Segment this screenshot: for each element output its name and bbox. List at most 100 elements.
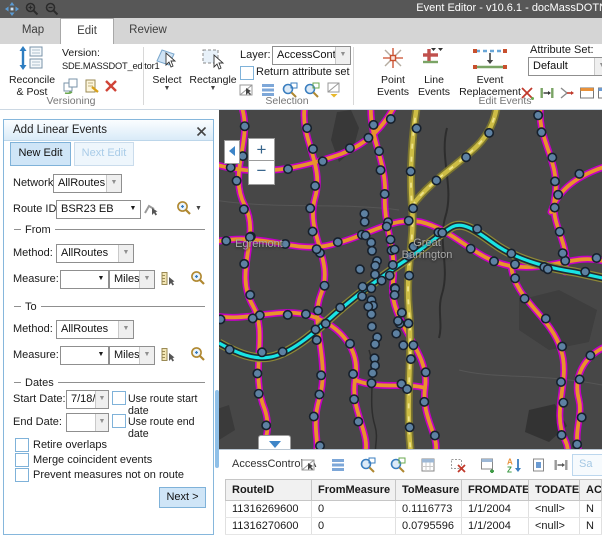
return-attribute-set-checkbox[interactable] <box>240 66 254 80</box>
delete-version-icon[interactable] <box>104 79 120 95</box>
prevent-measures-checkbox[interactable] <box>15 468 29 482</box>
title-bar: Event Editor - v10.6.1 - docMassDOTN <box>0 0 602 18</box>
to-method-label: Method: <box>13 323 53 335</box>
new-version-icon[interactable] <box>84 78 100 94</box>
refresh-version-icon[interactable] <box>63 78 79 94</box>
from-section-separator: From <box>14 223 205 236</box>
retire-overlaps-checkbox[interactable] <box>15 438 29 452</box>
from-method-label: Method: <box>13 247 53 259</box>
use-route-end-date-checkbox[interactable] <box>112 414 126 428</box>
start-date-label: Start Date: <box>13 393 66 405</box>
table-row[interactable]: 11316270600 0 0.0795596 1/1/2004 <null> … <box>226 518 602 535</box>
table-show-selected-icon[interactable] <box>330 457 346 473</box>
table-measure-icon[interactable] <box>553 457 569 473</box>
layer-label: Layer: <box>240 49 271 61</box>
attribute-set-dropdown[interactable]: Default▼ <box>528 57 602 76</box>
collapse-table-button[interactable] <box>258 435 291 449</box>
map-canvas[interactable]: Egremont Great Barrington + − <box>219 110 602 449</box>
end-date-dropdown[interactable]: ▼ <box>66 413 109 432</box>
from-unit-dropdown[interactable]: Miles▼ <box>109 270 155 289</box>
col-routeid[interactable]: RouteID <box>226 480 312 501</box>
to-measure-label: Measure: <box>13 349 59 361</box>
to-method-dropdown[interactable]: AllRoutes▼ <box>56 320 134 339</box>
retire-overlaps-label: Retire overlaps <box>33 439 107 451</box>
to-measure-dropdown[interactable]: ▼ <box>60 346 109 365</box>
map-graphics <box>219 110 602 449</box>
dates-section-separator: Dates <box>14 376 205 389</box>
attribute-table: RouteID FromMeasure ToMeasure FROMDATE T… <box>225 479 602 535</box>
version-label: Version: SDE.MASSDOT_editor1 <box>62 47 144 73</box>
line-events-button[interactable]: Line Events <box>414 46 454 106</box>
ribbon-tab-bar: Map Edit Review <box>0 18 602 44</box>
point-events-icon <box>381 46 405 70</box>
map-label-great-barrington: Great Barrington <box>395 237 459 261</box>
tab-edit[interactable]: Edit <box>60 18 114 44</box>
close-panel-icon[interactable] <box>196 124 207 144</box>
table-add-record-icon[interactable] <box>480 457 496 473</box>
collapse-panel-button[interactable] <box>224 140 240 164</box>
col-ac[interactable]: AC <box>580 480 602 501</box>
table-zoom-to-selection-icon[interactable] <box>360 457 376 473</box>
from-measure-dropdown[interactable]: ▼ <box>60 270 109 289</box>
table-clear-selection-icon[interactable] <box>450 457 466 473</box>
route-zoom-icon[interactable] <box>176 200 192 216</box>
col-tomeasure[interactable]: ToMeasure <box>396 480 462 501</box>
prevent-measures-label: Prevent measures not on route <box>33 469 184 481</box>
event-panel-icon[interactable] <box>597 85 602 101</box>
table-select-polygon-icon[interactable] <box>300 457 316 473</box>
panel-title: Add Linear Events <box>13 124 107 136</box>
add-linear-events-panel: Add Linear Events New Edit Next Edit Net… <box>3 119 214 535</box>
end-date-label: End Date: <box>13 416 62 428</box>
event-replacement-icon <box>469 46 511 70</box>
zoom-in-icon[interactable] <box>25 2 39 18</box>
from-measure-on-map-icon[interactable] <box>160 271 176 287</box>
select-icon <box>155 46 179 70</box>
map-label-egremont: Egremont <box>229 238 289 250</box>
to-measure-on-map-icon[interactable] <box>160 347 176 363</box>
from-method-dropdown[interactable]: AllRoutes▼ <box>56 244 134 263</box>
table-identify-icon[interactable] <box>531 457 547 473</box>
select-route-on-map-icon[interactable] <box>143 201 159 217</box>
col-fromdate[interactable]: FROMDATE <box>462 480 529 501</box>
from-measure-label: Measure: <box>13 273 59 285</box>
new-edit-button[interactable]: New Edit <box>10 142 71 166</box>
network-dropdown[interactable]: AllRoutes▼ <box>53 174 122 193</box>
event-attributes-window-icon[interactable] <box>579 85 595 101</box>
start-date-dropdown[interactable]: 7/18/▼ <box>66 390 109 409</box>
route-id-dropdown[interactable]: BSR23 EB▼ <box>56 200 141 219</box>
use-route-end-date-label: Use route end date <box>128 416 213 440</box>
rectangle-button[interactable]: Rectangle ▼ <box>188 46 238 106</box>
next-button[interactable]: Next > <box>159 487 206 508</box>
panel-header: Add Linear Events <box>4 120 213 141</box>
table-calculate-icon[interactable] <box>420 457 436 473</box>
merge-events-icon[interactable] <box>559 85 575 101</box>
route-zoom-caret-icon[interactable]: ▼ <box>195 206 202 212</box>
use-route-start-date-checkbox[interactable] <box>112 391 126 405</box>
pan-icon[interactable] <box>5 2 19 18</box>
edit-events-group-label: Edit Events <box>450 95 560 107</box>
return-attribute-set-label: Return attribute set <box>256 66 350 78</box>
attribute-table-panel: AccessControl_A <box>219 449 602 535</box>
route-id-label: Route ID: <box>13 203 59 215</box>
merge-coincident-events-checkbox[interactable] <box>15 453 29 467</box>
point-events-button[interactable]: Point Events <box>372 46 414 106</box>
from-measure-zoom-icon[interactable] <box>190 270 206 286</box>
col-todate[interactable]: TODATE <box>529 480 580 501</box>
to-unit-dropdown[interactable]: Miles▼ <box>109 346 155 365</box>
selection-group-label: Selection <box>232 95 342 107</box>
to-measure-zoom-icon[interactable] <box>190 346 206 362</box>
layer-dropdown[interactable]: AccessControl_A▼ <box>272 46 351 65</box>
next-edit-button[interactable]: Next Edit <box>74 142 134 166</box>
table-sort-icon[interactable]: A Z <box>506 457 522 473</box>
zoom-out-icon[interactable] <box>45 2 59 18</box>
table-row[interactable]: 11316269600 0 0.1116773 1/1/2004 <null> … <box>226 501 602 518</box>
select-button[interactable]: Select ▼ <box>148 46 186 106</box>
map-zoom-out-button[interactable]: − <box>248 160 275 185</box>
table-save-button[interactable]: Sa <box>572 454 602 476</box>
tab-map[interactable]: Map <box>8 18 58 44</box>
network-label: Network: <box>13 177 56 189</box>
col-frommeasure[interactable]: FromMeasure <box>312 480 396 501</box>
tab-review[interactable]: Review <box>117 18 179 44</box>
table-pan-to-selection-icon[interactable] <box>390 457 406 473</box>
use-route-start-date-label: Use route start date <box>128 393 213 417</box>
